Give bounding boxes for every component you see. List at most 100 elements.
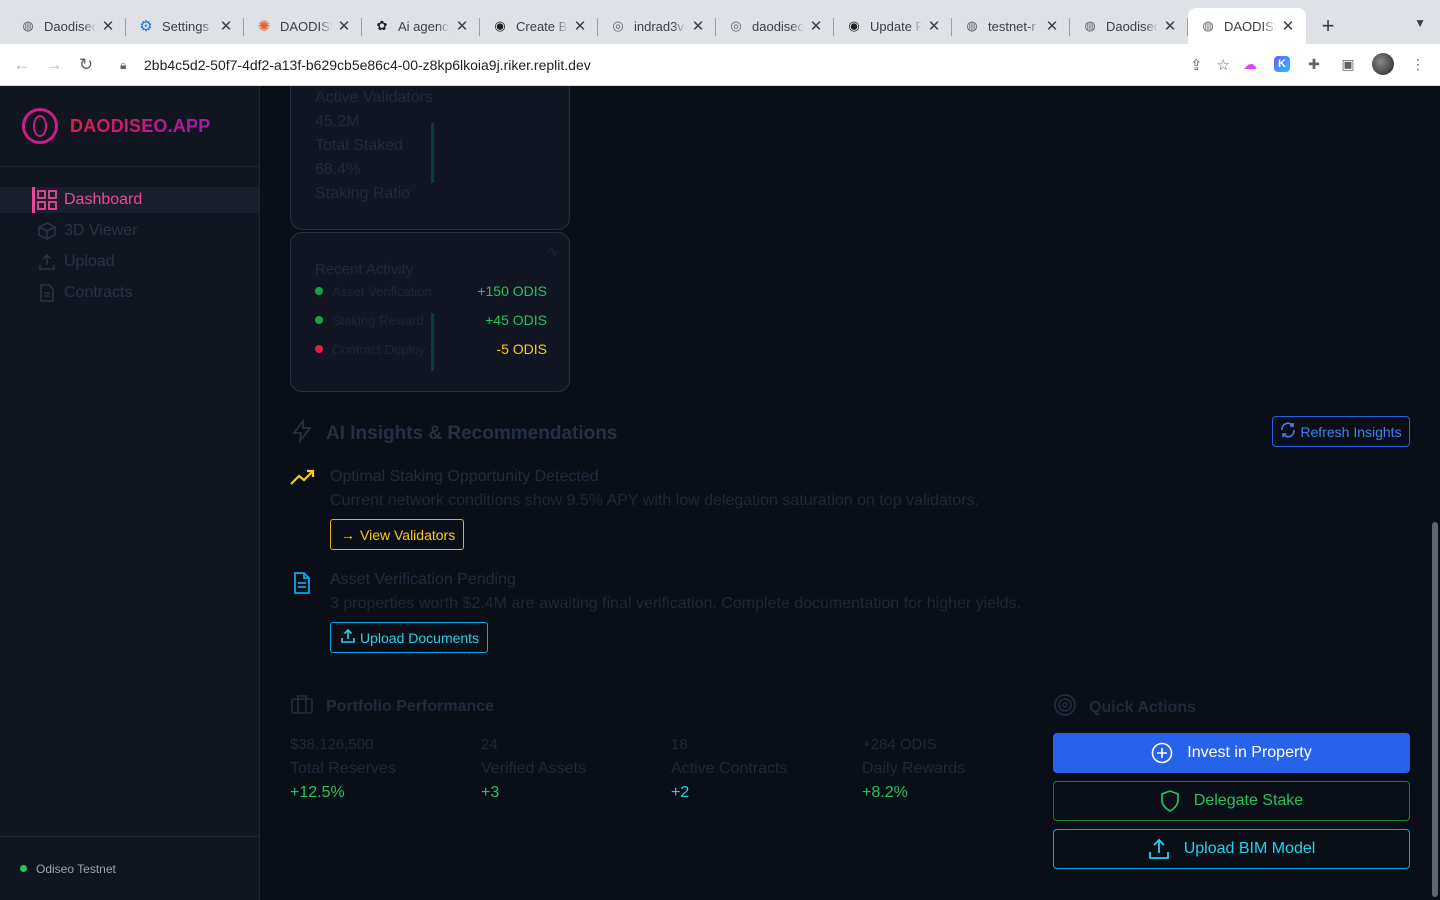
activity-label: Asset Verification [332, 283, 432, 299]
close-icon[interactable]: ✕ [926, 17, 942, 35]
close-icon[interactable]: ✕ [218, 17, 234, 35]
k-extension-icon[interactable]: K [1274, 56, 1290, 72]
stat-label: Active Contracts [671, 760, 788, 777]
reload-icon[interactable]: ↻ [70, 49, 102, 81]
close-icon[interactable]: ✕ [100, 17, 116, 35]
browser-tab[interactable]: ✿ Ai agency ✕ [362, 8, 480, 44]
portfolio-stat: 18 Active Contracts +2 [671, 736, 851, 808]
omnibox[interactable]: 🔒︎ 2bb4c5d2-50f7-4df2-a13f-b629cb5e86c4-… [110, 50, 1240, 80]
sidepanel-icon[interactable]: ▣ [1338, 54, 1358, 74]
browser-tab[interactable]: ◍ Daodiseo ✕ [1070, 8, 1188, 44]
activity-row: Asset Verification +150 ODIS [315, 281, 547, 301]
stat-line: 68.4% [315, 161, 361, 178]
stat-label: Daily Rewards [862, 760, 966, 777]
close-icon[interactable]: ✕ [572, 17, 588, 35]
status-dot [315, 345, 323, 353]
puzzle-icon[interactable]: ✚ [1304, 54, 1324, 74]
close-icon[interactable]: ✕ [1044, 17, 1060, 35]
button-label: Delegate Stake [1193, 792, 1304, 809]
sidebar-item-contracts[interactable]: Contracts [0, 280, 259, 306]
stat-line: Total Staked [315, 137, 404, 154]
arrow-right-icon: → [341, 526, 355, 543]
github-icon: ◎ [612, 18, 624, 33]
tab-title: DAODISEO [280, 18, 332, 34]
tab-title: Daodiseo [44, 18, 96, 34]
address-bar: ← → ↻ 🔒︎ 2bb4c5d2-50f7-4df2-a13f-b629cb5… [0, 44, 1440, 86]
browser-tab[interactable]: ◍ testnet-r ✕ [952, 8, 1070, 44]
upload-bim-model-button[interactable]: Upload BIM Model [1053, 829, 1410, 869]
share-icon[interactable]: ⇪ [1190, 56, 1203, 74]
globe-icon: ◍ [1202, 18, 1214, 33]
browser-tab-active[interactable]: ◍ DAODISE ✕ [1188, 8, 1306, 44]
scrollbar-thumb[interactable] [1432, 522, 1438, 897]
cloud-extension-icon[interactable]: ☁ [1240, 54, 1260, 74]
activity-amount: +150 ODIS [477, 283, 547, 299]
openai-icon: ✿ [376, 18, 388, 33]
bookmark-star-icon[interactable]: ☆ [1217, 56, 1230, 74]
profile-avatar[interactable] [1372, 53, 1394, 75]
close-icon[interactable]: ✕ [336, 17, 352, 35]
stat-label: Total Reserves [290, 760, 396, 777]
sidebar-item-label: Upload [64, 253, 115, 270]
sidebar-item-3d-viewer[interactable]: 3D Viewer [0, 218, 259, 244]
status-dot [315, 316, 323, 324]
tab-title: DAODISE [1224, 18, 1276, 34]
browser-tab[interactable]: ◉ Create Bu ✕ [480, 8, 598, 44]
gear-icon: ⚙ [139, 18, 153, 35]
portfolio-stat: +284 ODIS Daily Rewards +8.2% [862, 736, 1042, 808]
section-title: Portfolio Performance [326, 697, 495, 715]
portfolio-stat: $38,126,500 Total Reserves +12.5% [290, 736, 470, 808]
scrollbar[interactable] [1430, 86, 1440, 900]
globe-icon: ◍ [966, 18, 978, 33]
upload-icon [1148, 838, 1170, 860]
button-label: Upload Documents [360, 629, 480, 646]
stat-change: +3 [481, 784, 500, 801]
chevron-down-icon[interactable]: ▼ [1414, 16, 1426, 30]
activity-label: Contract Deploy [332, 341, 426, 357]
sidebar-item-upload[interactable]: Upload [0, 249, 259, 275]
activity-amount: -5 ODIS [496, 341, 547, 357]
portfolio-heading: Portfolio Performance [290, 693, 494, 720]
kebab-menu-icon[interactable]: ⋮ [1408, 54, 1428, 74]
status-dot [315, 287, 323, 295]
tab-title: testnet-r [988, 18, 1036, 34]
browser-tab[interactable]: ⚙ Settings - ✕ [126, 8, 244, 44]
refresh-insights-button[interactable]: Refresh Insights [1272, 416, 1410, 447]
logo-icon [22, 108, 58, 144]
network-stats-card: Active Validators 45.2M Total Staked 68.… [290, 86, 570, 230]
replit-icon: ◉ [848, 18, 860, 33]
upload-documents-button[interactable]: Upload Documents [330, 622, 489, 653]
sidebar-item-label: Dashboard [64, 191, 143, 208]
stat-value: 24 [481, 736, 498, 753]
forward-icon[interactable]: → [38, 49, 70, 81]
close-icon[interactable]: ✕ [454, 17, 470, 35]
button-label: Upload BIM Model [1183, 840, 1316, 857]
tab-title: Update P [870, 18, 922, 34]
insight-description: 3 properties worth $2.4M are awaiting fi… [330, 595, 1022, 612]
close-icon[interactable]: ✕ [1280, 17, 1296, 35]
close-icon[interactable]: ✕ [808, 17, 824, 35]
stat-value: +284 ODIS [862, 736, 937, 753]
browser-tab-strip: ◍ Daodiseo ✕ ⚙ Settings - ✕ ✺ DAODISEO ✕… [0, 0, 1440, 44]
sidebar-item-dashboard[interactable]: Dashboard [0, 187, 259, 213]
stat-line: 45.2M [315, 113, 360, 130]
portfolio-stat: 24 Verified Assets +3 [481, 736, 661, 808]
close-icon[interactable]: ✕ [1162, 17, 1178, 35]
button-label: Invest in Property [1187, 744, 1312, 761]
delegate-stake-button[interactable]: Delegate Stake [1053, 781, 1410, 821]
browser-tab[interactable]: ◍ Daodiseo ✕ [8, 8, 126, 44]
close-icon[interactable]: ✕ [690, 17, 706, 35]
github-icon: ◎ [730, 18, 742, 33]
browser-tab[interactable]: ◎ indrad3v4 ✕ [598, 8, 716, 44]
browser-tab[interactable]: ✺ DAODISEO ✕ [244, 8, 362, 44]
back-icon[interactable]: ← [6, 49, 38, 81]
stat-line: Staking Ratio [315, 185, 411, 202]
view-validators-button[interactable]: → View Validators [330, 519, 465, 550]
new-tab-button[interactable]: + [1314, 8, 1342, 44]
invest-in-property-button[interactable]: Invest in Property [1053, 733, 1410, 773]
stat-value: 18 [671, 736, 688, 753]
upload-icon [341, 628, 355, 646]
browser-tab[interactable]: ◉ Update P ✕ [834, 8, 952, 44]
brand[interactable]: DAODISEO.APP [0, 86, 259, 167]
browser-tab[interactable]: ◎ daodiseo ✕ [716, 8, 834, 44]
